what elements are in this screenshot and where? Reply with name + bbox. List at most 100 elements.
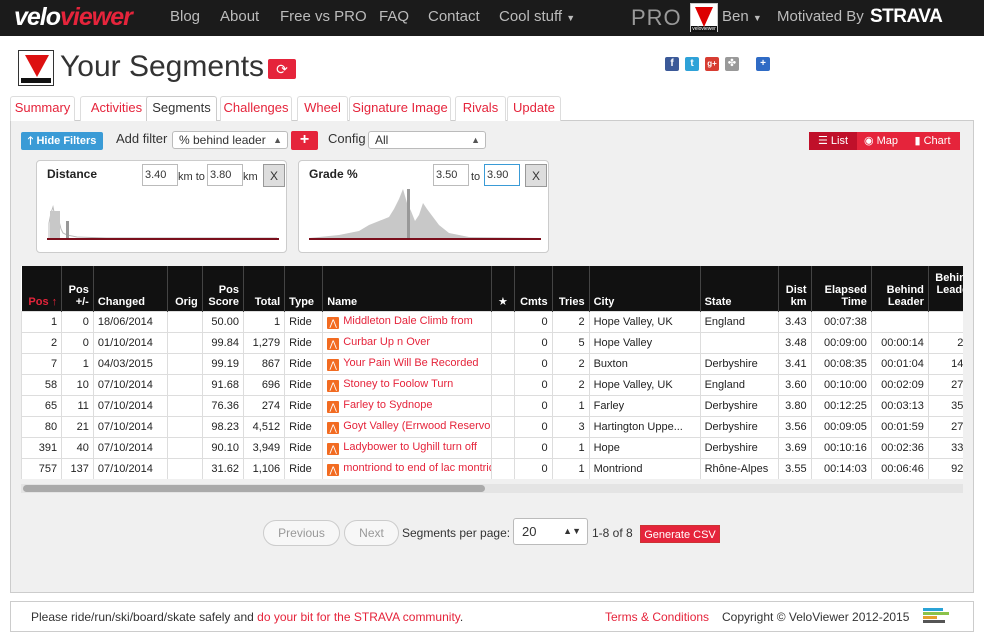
strava-logo[interactable]: STRAVA [870, 6, 943, 28]
nav-faq[interactable]: FAQ [379, 8, 409, 25]
table-row[interactable]: 2 0 01/10/2014 99.84 1,279 Ride ⋀ Curbar Up n O… [21, 331, 963, 354]
table-cell: 0 [61, 331, 94, 354]
table-cell: Ride [284, 310, 324, 333]
share-icon[interactable]: ✤ [725, 57, 739, 71]
tab-signature-image[interactable]: Signature Image [349, 96, 451, 121]
strava-segment-icon[interactable]: ⋀ [327, 379, 340, 392]
column-header[interactable]: Name [322, 266, 493, 311]
segment-name[interactable]: montriond to end of lac montriond [343, 462, 491, 474]
strava-segment-icon[interactable]: ⋀ [327, 400, 340, 413]
strava-segment-icon[interactable]: ⋀ [327, 421, 340, 434]
segment-name[interactable]: Ladybower to Ughill turn off [343, 441, 477, 453]
column-header[interactable]: Pos Score [202, 266, 244, 311]
column-header[interactable]: Tries [552, 266, 590, 311]
table-cell [927, 310, 963, 333]
column-header[interactable]: Behind Leader [871, 266, 929, 311]
table-cell: 0 [513, 457, 553, 479]
map-view-button[interactable]: ◉ Map [857, 132, 905, 150]
column-header[interactable]: Pos +/- [61, 266, 94, 311]
strava-segment-icon[interactable]: ⋀ [327, 463, 340, 476]
segment-name-link[interactable]: ⋀ montriond to end of lac montriond [322, 457, 493, 479]
refresh-button[interactable]: ⟳ [268, 59, 296, 79]
strava-segment-icon[interactable]: ⋀ [327, 316, 340, 329]
segment-name-link[interactable]: ⋀ Middleton Dale Climb from [322, 310, 493, 333]
distance-histogram[interactable] [47, 181, 279, 243]
column-header[interactable]: State [700, 266, 779, 311]
segment-name[interactable]: Stoney to Foolow Turn [343, 378, 453, 390]
table-row[interactable]: 7 1 04/03/2015 99.19 867 Ride ⋀ Your Pain Will … [21, 352, 963, 375]
segment-name-link[interactable]: ⋀ Stoney to Foolow Turn [322, 373, 493, 396]
table-row[interactable]: 58 10 07/10/2014 91.68 696 Ride ⋀ Stoney to Foo… [21, 373, 963, 396]
table-cell: 00:08:35 [810, 352, 872, 375]
column-header[interactable]: Orig [167, 266, 203, 311]
google-plus-icon[interactable]: g+ [705, 57, 719, 71]
table-row[interactable]: 65 11 07/10/2014 76.36 274 Ride ⋀ Farley to Syd… [21, 394, 963, 417]
nav-cool-stuff[interactable]: Cool stuff ▼ [499, 8, 575, 25]
veloviewer-logo[interactable]: veloviewer [14, 3, 133, 32]
add-filter-button[interactable]: + [291, 131, 318, 150]
add-share-icon[interactable]: + [756, 57, 770, 71]
column-header[interactable]: City [589, 266, 701, 311]
strava-segment-icon[interactable]: ⋀ [327, 442, 340, 455]
nav-blog[interactable]: Blog [170, 8, 200, 25]
column-header[interactable]: Cmts [514, 266, 553, 311]
list-view-button[interactable]: ☰ List [809, 132, 857, 150]
veloviewer-bars-icon [923, 608, 953, 626]
grade-histogram[interactable] [309, 181, 541, 243]
chart-view-button[interactable]: ▮ Chart [905, 132, 960, 150]
segment-name[interactable]: Curbar Up n Over [343, 336, 430, 348]
table-row[interactable]: 757 137 07/10/2014 31.62 1,106 Ride ⋀ montriond… [21, 457, 963, 479]
column-header[interactable]: Changed [93, 266, 168, 311]
column-header[interactable]: Elapsed Time [811, 266, 872, 311]
table-row[interactable]: 391 40 07/10/2014 90.10 3,949 Ride ⋀ Ladybower … [21, 436, 963, 459]
config-select[interactable]: All ▲ [368, 131, 486, 149]
facebook-icon[interactable]: f [665, 57, 679, 71]
table-cell: 01/10/2014 [92, 331, 168, 354]
segment-name-link[interactable]: ⋀ Curbar Up n Over [322, 331, 493, 354]
column-header[interactable]: Dist km [778, 266, 812, 311]
segment-name-link[interactable]: ⋀ Goyt Valley (Errwood Reservoir) [322, 415, 493, 438]
table-cell: 07/10/2014 [92, 436, 168, 459]
select-arrows-icon: ▲ [471, 135, 480, 145]
column-header[interactable]: Pos ↑ [21, 266, 63, 311]
strava-segment-icon[interactable]: ⋀ [327, 358, 340, 371]
segment-name[interactable]: Goyt Valley (Errwood Reservoir) [343, 420, 491, 432]
tab-segments[interactable]: Segments [146, 96, 217, 122]
hide-filters-button[interactable]: 🡑 Hide Filters [21, 132, 103, 150]
scrollbar-thumb[interactable] [23, 485, 485, 492]
segment-name[interactable]: Middleton Dale Climb from [343, 315, 473, 327]
tab-activities[interactable]: Activities [80, 96, 153, 121]
strava-segment-icon[interactable]: ⋀ [327, 337, 340, 350]
horizontal-scrollbar[interactable] [21, 484, 963, 493]
tab-wheel[interactable]: Wheel [297, 96, 348, 121]
table-row[interactable]: 1 0 18/06/2014 50.00 1 Ride ⋀ Middleton Dale Cl… [21, 310, 963, 333]
table-row[interactable]: 80 21 07/10/2014 98.23 4,512 Ride ⋀ Goyt Valley… [21, 415, 963, 438]
tab-summary[interactable]: Summary [10, 96, 75, 121]
segment-name[interactable]: Farley to Sydnope [343, 399, 432, 411]
segment-name[interactable]: Your Pain Will Be Recorded [343, 357, 478, 369]
per-page-select[interactable]: 20 ▲▼ [513, 518, 588, 545]
column-header[interactable]: Behind Leader % [928, 266, 963, 311]
segment-name-link[interactable]: ⋀ Ladybower to Ughill turn off [322, 436, 493, 459]
strava-community-link[interactable]: do your bit for the STRAVA community [257, 610, 460, 624]
column-header[interactable]: Total [243, 266, 286, 311]
tab-challenges[interactable]: Challenges [220, 96, 292, 121]
nav-about[interactable]: About [220, 8, 259, 25]
column-header[interactable]: ★ [491, 266, 515, 311]
segment-name-link[interactable]: ⋀ Your Pain Will Be Recorded [322, 352, 493, 375]
generate-csv-button[interactable]: Generate CSV [640, 525, 720, 543]
twitter-icon[interactable]: t [685, 57, 699, 71]
column-header[interactable]: Type [284, 266, 324, 311]
nav-free-vs-pro[interactable]: Free vs PRO [280, 8, 367, 25]
table-cell: 696 [242, 373, 286, 396]
table-cell [491, 352, 515, 375]
previous-page-button[interactable]: Previous [263, 520, 340, 546]
nav-contact[interactable]: Contact [428, 8, 480, 25]
tab-update[interactable]: Update [507, 96, 561, 121]
terms-link[interactable]: Terms & Conditions [605, 610, 709, 624]
add-filter-select[interactable]: % behind leader ▲ [172, 131, 288, 149]
tab-rivals[interactable]: Rivals [455, 96, 506, 121]
segment-name-link[interactable]: ⋀ Farley to Sydnope [322, 394, 493, 417]
user-menu[interactable]: Ben ▼ [722, 8, 762, 25]
next-page-button[interactable]: Next [344, 520, 399, 546]
